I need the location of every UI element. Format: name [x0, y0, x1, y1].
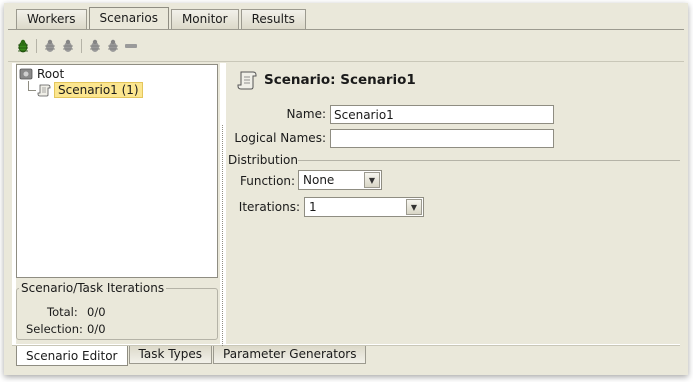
iterations-panel: Scenario/Task Iterations Total: 0/0 Sele…: [16, 281, 218, 340]
chevron-down-icon[interactable]: ▼: [406, 199, 422, 215]
function-label: Function:: [240, 174, 296, 188]
toolbar-divider: [8, 61, 684, 62]
top-tab-bar: Workers Scenarios Monitor Results: [16, 7, 308, 29]
iterations-select[interactable]: 1 ▼: [304, 197, 424, 217]
total-label: Total:: [47, 305, 78, 319]
scenario-editor-pane: Scenario: Scenario1 Name: Logical Names:…: [226, 63, 680, 344]
iterations-label: Iterations:: [238, 200, 300, 214]
editor-title: Scenario: Scenario1: [264, 72, 416, 88]
selection-label: Selection:: [26, 322, 83, 336]
logical-names-label: Logical Names:: [234, 131, 326, 145]
tree-node-scenario[interactable]: Scenario1 (1): [37, 82, 143, 98]
total-value: 0/0: [87, 305, 106, 319]
selection-value: 0/0: [87, 322, 106, 336]
section-divider: [298, 160, 680, 161]
tab-scenario-editor[interactable]: Scenario Editor: [16, 346, 128, 366]
chevron-down-icon[interactable]: ▼: [364, 172, 380, 188]
tab-divider: [8, 29, 684, 30]
tab-parameter-generators[interactable]: Parameter Generators: [213, 346, 367, 364]
add-bug-icon[interactable]: [16, 39, 30, 53]
toolbar-separator: [81, 39, 82, 53]
scroll-icon: [37, 83, 51, 97]
app-window: Workers Scenarios Monitor Results Root S…: [4, 3, 688, 375]
tree-node-label-selected: Scenario1 (1): [54, 82, 143, 98]
bug-icon[interactable]: [106, 39, 120, 53]
tab-monitor[interactable]: Monitor: [170, 9, 239, 29]
tree-connector: [28, 90, 36, 91]
tab-results[interactable]: Results: [240, 9, 306, 29]
scroll-icon: [236, 69, 258, 91]
bug-icon[interactable]: [61, 39, 75, 53]
root-folder-icon: [19, 67, 33, 81]
tree-node-root[interactable]: Root: [19, 66, 64, 82]
iterations-panel-title: Scenario/Task Iterations: [19, 281, 167, 295]
name-label: Name:: [286, 107, 326, 121]
tab-content: Root Scenario1 (1) Scenario/Task Iterati…: [12, 63, 680, 346]
scenario-tree[interactable]: Root Scenario1 (1): [16, 64, 218, 278]
tab-scenarios[interactable]: Scenarios: [88, 7, 169, 29]
bug-icon[interactable]: [43, 39, 57, 53]
distribution-section-label: Distribution: [228, 153, 299, 167]
name-field[interactable]: [330, 105, 554, 124]
bottom-tab-bar: Scenario Editor Task Types Parameter Gen…: [16, 346, 367, 366]
toolbar-separator: [36, 39, 37, 53]
remove-icon[interactable]: [124, 39, 138, 53]
tab-workers[interactable]: Workers: [16, 9, 87, 29]
tab-task-types[interactable]: Task Types: [128, 346, 213, 364]
logical-names-field[interactable]: [330, 129, 554, 148]
tree-connector: [28, 81, 29, 90]
function-select[interactable]: None ▼: [298, 170, 382, 190]
toolbar: [16, 34, 142, 58]
bug-icon[interactable]: [88, 39, 102, 53]
tree-node-label: Root: [37, 67, 65, 81]
page-title: Scenario: Scenario1: [236, 69, 416, 91]
function-select-value: None: [303, 173, 335, 187]
iterations-select-value: 1: [309, 200, 317, 214]
left-pane: Root Scenario1 (1) Scenario/Task Iterati…: [16, 63, 220, 344]
